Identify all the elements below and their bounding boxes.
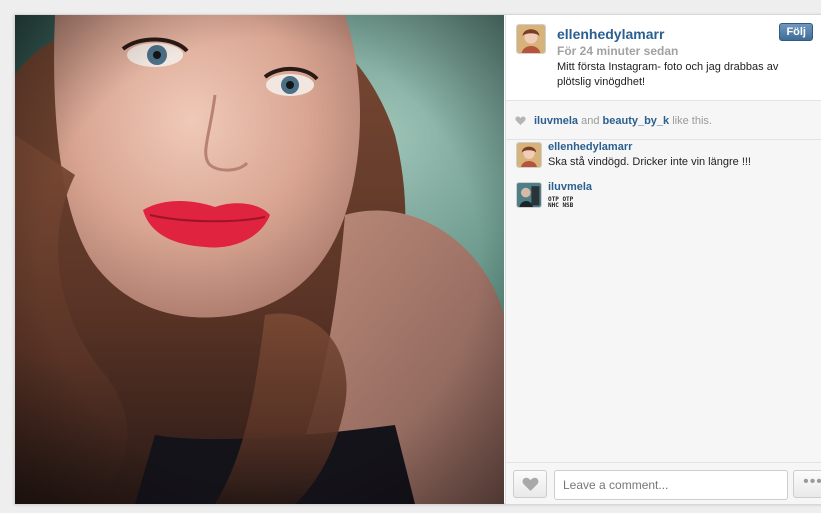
post-side-panel: ellenhedylamarr För 24 minuter sedan Mit…: [505, 15, 821, 504]
comment-username[interactable]: ellenhedylamarr: [548, 141, 632, 153]
avatar[interactable]: [516, 182, 542, 208]
post-username[interactable]: ellenhedylamarr: [557, 26, 664, 42]
follow-button[interactable]: Följ: [779, 23, 813, 41]
likes-suffix-text: like this.: [672, 115, 712, 127]
list-item: iluvmela OTP OTP NHC NSB: [506, 181, 821, 221]
post-timestamp: För 24 minuter sedan: [557, 44, 679, 58]
post-caption: Mitt första Instagram- foto och jag drab…: [557, 61, 779, 88]
comment-input[interactable]: [554, 470, 788, 500]
like-button[interactable]: [513, 470, 547, 498]
heart-icon: [522, 477, 539, 491]
liker-link-iluvmela[interactable]: iluvmela: [534, 115, 578, 127]
likes-summary: iluvmela and beauty_by_k like this.: [506, 102, 821, 140]
avatar[interactable]: [516, 24, 546, 54]
avatar[interactable]: [516, 142, 542, 168]
comment-text: OTP OTP NHC NSB: [548, 196, 574, 209]
liker-link-beauty-by-k[interactable]: beauty_by_k: [603, 115, 670, 127]
list-item: ellenhedylamarr Ska stå vindögd. Dricker…: [506, 141, 821, 181]
comment-username[interactable]: iluvmela: [548, 181, 592, 193]
post-photo[interactable]: [15, 15, 504, 504]
post-header: ellenhedylamarr För 24 minuter sedan Mit…: [506, 15, 821, 101]
comments-list: ellenhedylamarr Ska stå vindögd. Dricker…: [506, 141, 821, 221]
comment-bar: •••: [506, 462, 821, 504]
selfie-image: [15, 15, 504, 504]
more-dots-icon[interactable]: •••: [793, 470, 821, 498]
comment-text: Ska stå vindögd. Dricker inte vin längre…: [548, 156, 751, 168]
heart-icon: [515, 116, 526, 126]
likes-and-text: and: [581, 115, 600, 127]
